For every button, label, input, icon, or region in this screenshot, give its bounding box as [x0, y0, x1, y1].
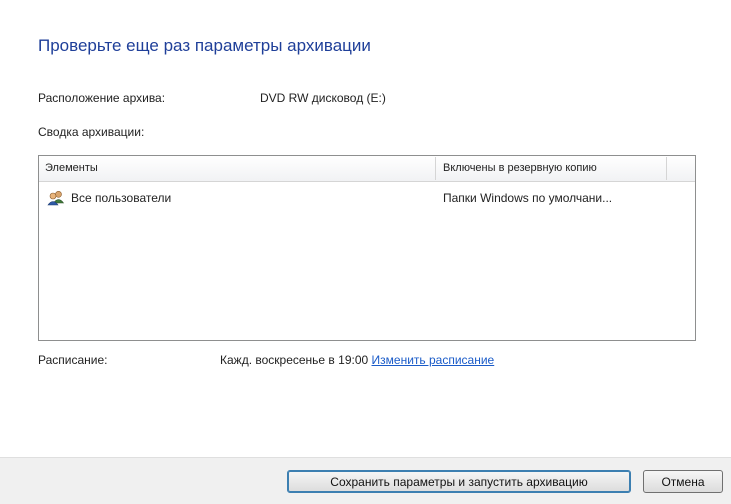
column-header-included[interactable]: Включены в резервную копию	[443, 156, 597, 181]
list-item-included: Папки Windows по умолчани...	[443, 191, 613, 205]
list-header: Элементы Включены в резервную копию	[39, 156, 695, 182]
summary-label: Сводка архивации:	[38, 125, 145, 139]
list-item[interactable]: Все пользователи Папки Windows по умолча…	[39, 190, 695, 208]
schedule-label: Расписание:	[38, 353, 108, 367]
location-label: Расположение архива:	[38, 91, 166, 105]
column-separator	[666, 157, 667, 180]
users-icon	[47, 190, 65, 206]
save-and-run-button[interactable]: Сохранить параметры и запустить архиваци…	[287, 470, 631, 493]
schedule-value-row: Кажд. воскресенье в 19:00 Изменить распи…	[220, 353, 494, 367]
list-item-name: Все пользователи	[71, 191, 172, 205]
schedule-value: Кажд. воскресенье в 19:00	[220, 353, 372, 367]
footer-bar: Сохранить параметры и запустить архиваци…	[0, 457, 731, 504]
column-separator	[435, 157, 436, 180]
backup-summary-list[interactable]: Элементы Включены в резервную копию Все …	[38, 155, 696, 341]
cancel-button[interactable]: Отмена	[643, 470, 723, 493]
list-item-name-cell: Все пользователи	[47, 190, 171, 206]
page-title: Проверьте еще раз параметры архивации	[38, 36, 371, 55]
column-header-items[interactable]: Элементы	[45, 156, 98, 181]
change-schedule-link[interactable]: Изменить расписание	[372, 353, 495, 367]
location-value: DVD RW дисковод (E:)	[260, 91, 386, 105]
